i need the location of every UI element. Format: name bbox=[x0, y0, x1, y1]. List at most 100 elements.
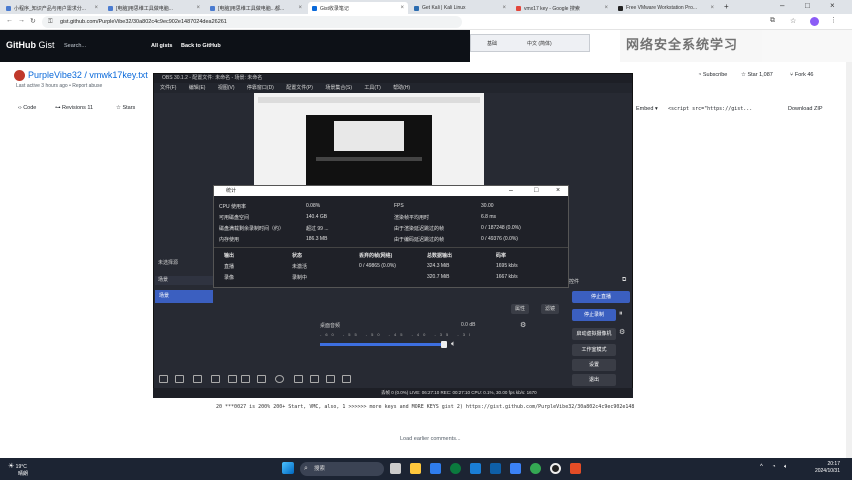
avatar[interactable] bbox=[14, 70, 25, 82]
mixer-settings-icon[interactable]: ⚙ bbox=[520, 321, 526, 329]
browser-tab[interactable]: Free VMware Workstation Pro... × bbox=[614, 2, 718, 14]
close-window-icon[interactable]: × bbox=[830, 1, 835, 10]
transition-icon[interactable] bbox=[342, 375, 351, 383]
tab-code[interactable]: ‹› Code bbox=[18, 105, 36, 111]
profile-avatar[interactable] bbox=[810, 17, 819, 26]
menu-file[interactable]: 文件(F) bbox=[160, 85, 176, 91]
search-input[interactable]: Search... bbox=[64, 43, 86, 49]
github-logo[interactable]: GitHub Gist bbox=[6, 40, 55, 50]
close-icon[interactable]: × bbox=[556, 186, 560, 196]
browser-tab[interactable]: [电脑]用思维工具做电脑... × bbox=[104, 2, 204, 14]
dock-menu-icon[interactable]: ⧉ bbox=[622, 277, 626, 284]
move-up-icon[interactable] bbox=[211, 375, 220, 383]
close-icon[interactable]: × bbox=[400, 5, 404, 11]
mail-icon[interactable] bbox=[430, 463, 441, 474]
translate-tab[interactable]: 基础 bbox=[487, 40, 497, 47]
gist-title[interactable]: PurpleVibe32 / vmwk17key.txt bbox=[14, 70, 148, 82]
volume-icon[interactable]: 🔈︎ bbox=[784, 464, 788, 471]
scene-item-selected[interactable]: 场景 bbox=[155, 290, 213, 303]
vmware-icon[interactable] bbox=[510, 463, 521, 474]
close-icon[interactable]: × bbox=[94, 5, 98, 11]
menu-scene-collection[interactable]: 场景集合(S) bbox=[325, 85, 352, 91]
settings-button[interactable]: 设置 bbox=[572, 359, 616, 371]
extensions-icon[interactable]: ⧉ bbox=[770, 17, 775, 25]
app-icon[interactable] bbox=[450, 463, 461, 474]
maximize-icon[interactable]: □ bbox=[805, 1, 810, 10]
move-down-icon[interactable] bbox=[228, 375, 237, 383]
fork-button[interactable]: ⑂ Fork 46 bbox=[790, 72, 814, 78]
pause-icon[interactable]: ⏸︎ bbox=[619, 310, 623, 318]
remove-scene-icon[interactable] bbox=[175, 375, 184, 383]
nav-all-gists[interactable]: All gists bbox=[151, 43, 172, 49]
volume-slider-handle[interactable] bbox=[441, 341, 447, 348]
start-virtual-camera-button[interactable]: 启动虚拟摄像机 bbox=[572, 328, 616, 340]
bookmark-icon[interactable]: ☆ bbox=[790, 17, 796, 25]
subscribe-button[interactable]: ◔ Subscribe bbox=[698, 72, 727, 78]
menu-icon[interactable]: ⋮ bbox=[830, 16, 837, 24]
close-icon[interactable]: × bbox=[502, 5, 506, 11]
volume-slider-track[interactable] bbox=[320, 343, 444, 346]
menu-tools[interactable]: 工具(T) bbox=[364, 85, 380, 91]
download-zip-button[interactable]: Download ZIP bbox=[788, 106, 823, 112]
tab-stars[interactable]: ☆ Stars bbox=[116, 105, 135, 111]
stop-recording-button[interactable]: 停止录制 bbox=[572, 309, 616, 321]
tray-chevron-icon[interactable]: ^ bbox=[760, 464, 763, 470]
url-input[interactable]: ⚿ gist.github.com/PurpleVibe32/30a802c4c… bbox=[42, 16, 462, 28]
file-explorer-icon[interactable] bbox=[410, 463, 421, 474]
reload-icon[interactable]: ↻ bbox=[30, 17, 36, 25]
embed-select[interactable]: Embed ▾ bbox=[636, 106, 658, 112]
preview-canvas[interactable] bbox=[254, 93, 484, 191]
translate-tab[interactable]: 中文 (简体) bbox=[527, 40, 552, 47]
new-tab-icon[interactable]: + bbox=[724, 2, 729, 11]
properties-button[interactable]: 属性 bbox=[511, 304, 530, 314]
browser-tab[interactable]: vmx17 key - Google 搜索 × bbox=[512, 2, 612, 14]
source-settings-icon[interactable] bbox=[275, 375, 284, 383]
back-icon[interactable]: ← bbox=[6, 17, 13, 24]
menu-help[interactable]: 帮助(H) bbox=[393, 85, 410, 91]
task-view-icon[interactable] bbox=[390, 463, 401, 474]
menu-docks[interactable]: 停靠窗口(D) bbox=[247, 85, 274, 91]
tab-revisions[interactable]: ⊶ Revisions 11 bbox=[55, 105, 93, 111]
maximize-icon[interactable]: □ bbox=[534, 186, 538, 196]
minimize-icon[interactable]: – bbox=[509, 186, 513, 196]
browser-tab[interactable]: Get Kali | Kali Linux × bbox=[410, 2, 510, 14]
obs-icon[interactable] bbox=[550, 463, 561, 474]
close-icon[interactable]: × bbox=[604, 5, 608, 11]
forward-icon[interactable]: → bbox=[18, 17, 25, 24]
browser-tab-active[interactable]: Gist收录笔记 × bbox=[308, 2, 408, 14]
start-icon[interactable] bbox=[282, 462, 294, 474]
wifi-icon[interactable]: ◔ bbox=[772, 464, 776, 470]
source-down-icon[interactable] bbox=[310, 375, 319, 383]
weather-widget[interactable]: ☀ 19°C 晴朗 bbox=[8, 462, 28, 477]
menu-edit[interactable]: 编辑(E) bbox=[189, 85, 206, 91]
menu-view[interactable]: 视图(V) bbox=[218, 85, 235, 91]
browser-tab[interactable]: [电脑]用思维工具做电脑...都... × bbox=[206, 2, 306, 14]
source-up-icon[interactable] bbox=[294, 375, 303, 383]
system-clock[interactable]: 20:17 2024/10/31 bbox=[815, 461, 840, 475]
minimize-icon[interactable]: – bbox=[780, 1, 784, 10]
studio-mode-button[interactable]: 工作室模式 bbox=[572, 344, 616, 356]
embed-code-input[interactable]: <script src="https://gist... bbox=[668, 106, 764, 112]
taskbar-search[interactable]: ⌕ 搜索 bbox=[300, 462, 384, 476]
close-icon[interactable]: × bbox=[710, 5, 714, 11]
source-more-icon[interactable] bbox=[326, 375, 335, 383]
star-button[interactable]: ☆ Star 1,087 bbox=[741, 72, 773, 78]
store-icon[interactable] bbox=[470, 463, 481, 474]
browser-tab[interactable]: 小程序_知识产品与用户需求分... × bbox=[2, 2, 102, 14]
nav-back-to-github[interactable]: Back to GitHub bbox=[181, 43, 221, 49]
speaker-icon[interactable]: 🔈︎ bbox=[451, 339, 456, 349]
chrome-icon[interactable] bbox=[530, 463, 541, 474]
page-scrollbar[interactable] bbox=[846, 62, 852, 458]
load-comments-link[interactable]: Load earlier comments... bbox=[400, 436, 461, 442]
close-icon[interactable]: × bbox=[298, 5, 302, 11]
scene-filters-icon[interactable] bbox=[193, 375, 202, 383]
app-icon[interactable] bbox=[570, 463, 581, 474]
exit-button[interactable]: 退出 bbox=[572, 374, 616, 386]
settings-gear-icon[interactable]: ⚙ bbox=[619, 328, 625, 336]
add-scene-icon[interactable] bbox=[159, 375, 168, 383]
close-icon[interactable]: × bbox=[196, 5, 200, 11]
remove-source-icon[interactable] bbox=[257, 375, 266, 383]
filters-button[interactable]: 滤镜 bbox=[541, 304, 560, 314]
menu-profile[interactable]: 配置文件(P) bbox=[286, 85, 313, 91]
add-source-icon[interactable] bbox=[241, 375, 250, 383]
